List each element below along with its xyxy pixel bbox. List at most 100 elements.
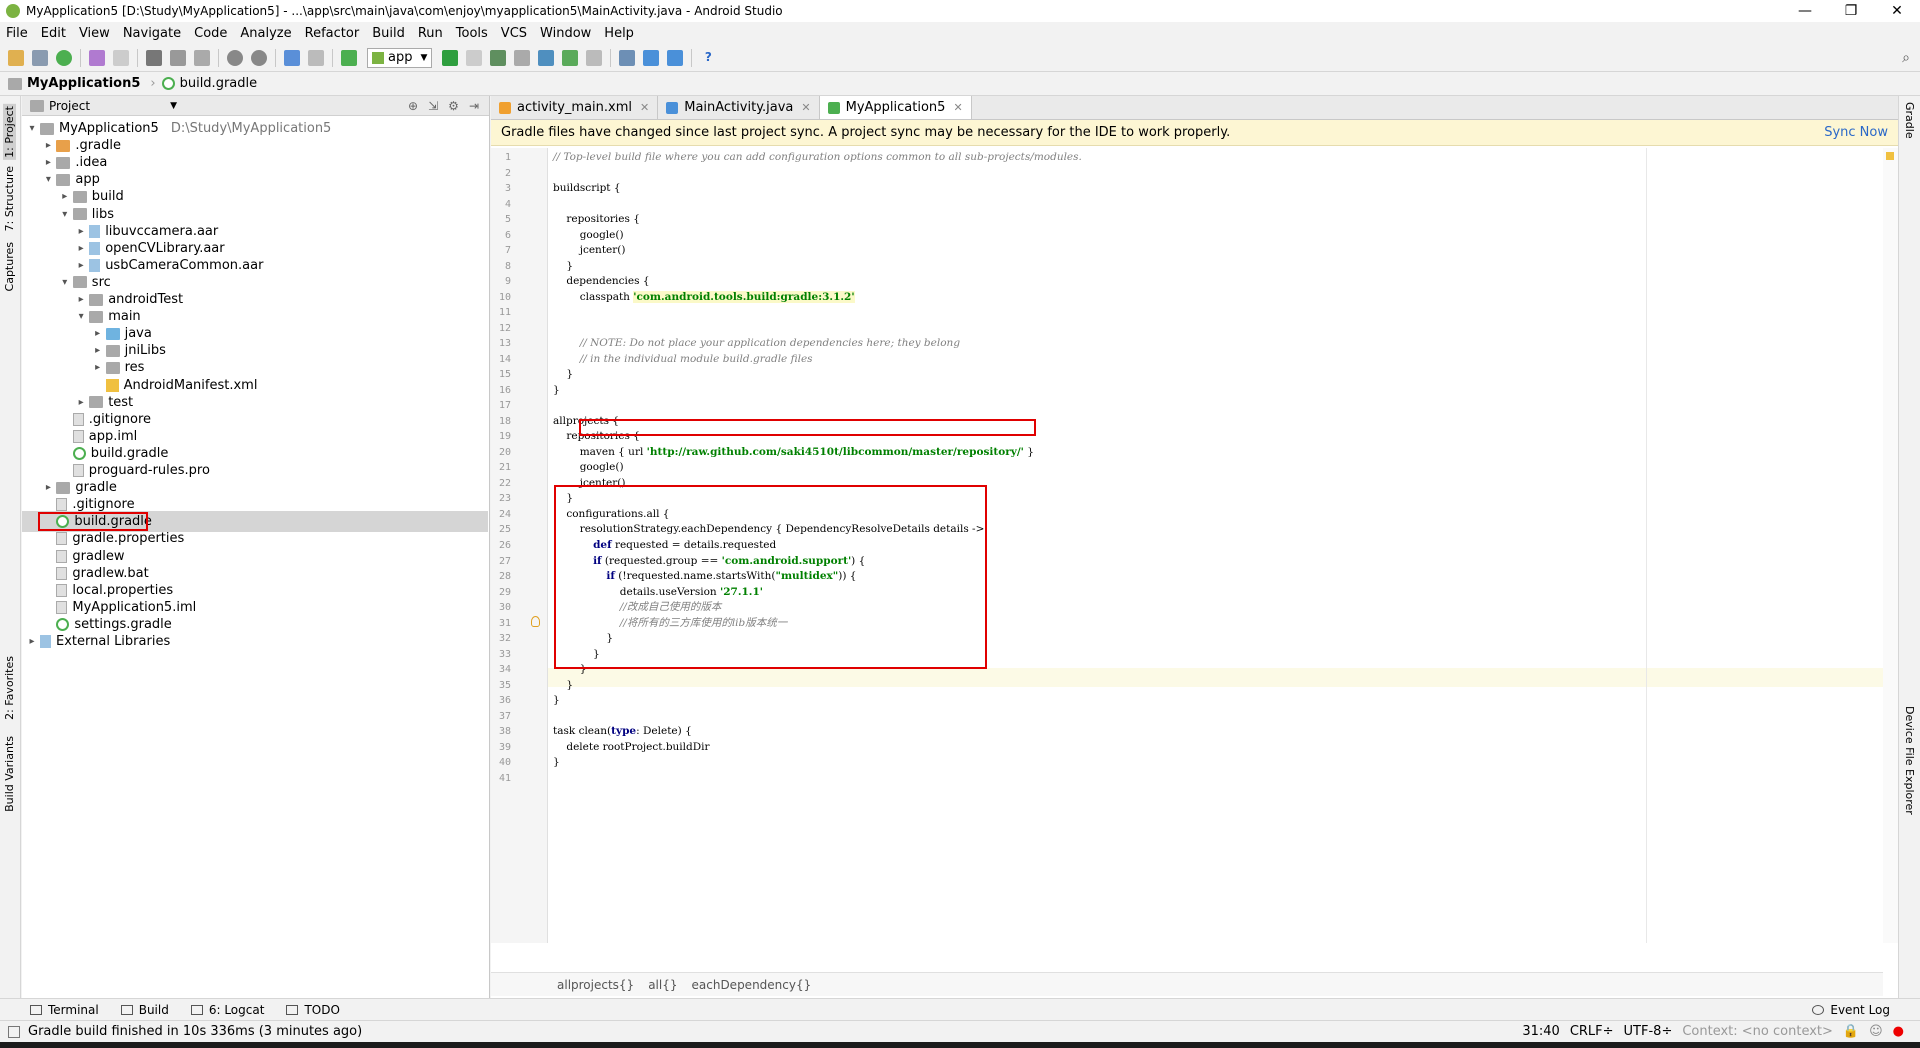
device-icon[interactable] (562, 49, 579, 66)
maximize-button[interactable]: ❐ (1828, 3, 1874, 19)
close-button[interactable]: ✕ (1874, 3, 1920, 19)
collapse-arrow-icon[interactable]: ▸ (40, 482, 56, 493)
project-tool-tab[interactable]: 1: Project (3, 104, 16, 160)
profile-icon[interactable] (514, 49, 531, 66)
menu-window[interactable]: Window (540, 26, 591, 41)
vertical-scrollbar[interactable] (1883, 148, 1898, 943)
collapse-arrow-icon[interactable]: ▸ (40, 140, 56, 151)
editor-tab[interactable]: activity_main.xml ✕ (491, 96, 659, 119)
replace-icon[interactable] (251, 49, 267, 66)
make-project-icon[interactable] (341, 49, 357, 66)
file-encoding[interactable]: UTF-8÷ (1624, 1024, 1673, 1039)
debug-icon[interactable] (490, 49, 507, 66)
search-everywhere-icon[interactable]: ⌕ (1902, 50, 1910, 66)
intention-bulb-icon[interactable] (531, 615, 540, 627)
redo-icon[interactable] (113, 49, 129, 66)
terminal-tab[interactable]: Terminal (30, 1003, 99, 1017)
favorites-tool-tab[interactable]: 2: Favorites (3, 656, 16, 720)
breadcrumb-item[interactable]: all{} (648, 978, 677, 992)
menu-analyze[interactable]: Analyze (240, 26, 291, 41)
tool-windows-icon[interactable] (8, 1025, 20, 1038)
nav-file[interactable]: build.gradle (161, 76, 257, 91)
copy-icon[interactable] (170, 49, 186, 66)
collapse-arrow-icon[interactable]: ▸ (90, 345, 106, 356)
breadcrumb-item[interactable]: eachDependency{} (692, 978, 812, 992)
menu-code[interactable]: Code (194, 26, 227, 41)
avd-manager-icon[interactable] (643, 49, 660, 66)
inspector-icon[interactable]: ☺ (1869, 1024, 1883, 1039)
expand-arrow-icon[interactable]: ▾ (24, 123, 40, 134)
collapse-arrow-icon[interactable]: ▸ (73, 260, 89, 271)
expand-arrow-icon[interactable]: ▾ (73, 311, 89, 322)
expand-arrow-icon[interactable]: ▾ (57, 209, 73, 220)
locate-icon[interactable]: ⊕ (408, 99, 418, 113)
forward-icon[interactable] (308, 49, 324, 66)
collapse-arrow-icon[interactable]: ▸ (73, 226, 89, 237)
collapse-arrow-icon[interactable]: ▸ (90, 328, 106, 339)
close-tab-icon[interactable]: ✕ (801, 101, 810, 114)
save-icon[interactable] (32, 49, 48, 66)
sync-now-link[interactable]: Sync Now (1824, 125, 1888, 140)
sync-icon[interactable] (56, 49, 72, 66)
collapse-arrow-icon[interactable]: ▸ (73, 397, 89, 408)
caret-position[interactable]: 31:40 (1522, 1024, 1559, 1039)
collapse-arrow-icon[interactable]: ▸ (73, 243, 89, 254)
menu-run[interactable]: Run (418, 26, 443, 41)
build-variants-tool-tab[interactable]: Build Variants (3, 736, 16, 812)
back-icon[interactable] (284, 49, 300, 66)
collapse-icon[interactable]: ⇲ (428, 99, 438, 113)
menu-edit[interactable]: Edit (41, 26, 66, 41)
error-indicator-icon[interactable]: ● (1893, 1024, 1904, 1039)
expand-arrow-icon[interactable]: ▾ (57, 277, 73, 288)
collapse-arrow-icon[interactable]: ▸ (90, 362, 106, 373)
open-folder-icon[interactable] (8, 49, 24, 66)
collapse-arrow-icon[interactable]: ▸ (57, 191, 73, 202)
chevron-down-icon[interactable]: ▼ (170, 101, 177, 111)
attach-debugger-icon[interactable] (538, 49, 555, 66)
close-tab-icon[interactable]: ✕ (640, 101, 649, 114)
editor-tab[interactable]: MyApplication5 ✕ (819, 96, 972, 119)
hide-icon[interactable]: ⇥ (469, 99, 479, 113)
menu-refactor[interactable]: Refactor (305, 26, 360, 41)
warning-marker-icon[interactable] (1886, 152, 1894, 160)
captures-tool-tab[interactable]: Captures (3, 242, 16, 291)
help-icon[interactable]: ? (700, 50, 716, 66)
structure-tool-tab[interactable]: 7: Structure (3, 166, 16, 231)
collapse-arrow-icon[interactable]: ▸ (24, 636, 40, 647)
editor-tab[interactable]: MainActivity.java ✕ (658, 96, 820, 119)
line-separator[interactable]: CRLF÷ (1570, 1024, 1614, 1039)
lock-icon[interactable]: 🔒 (1843, 1024, 1859, 1039)
menu-file[interactable]: File (6, 26, 28, 41)
sync-gradle-icon[interactable] (667, 49, 684, 66)
logcat-tab[interactable]: 6: Logcat (190, 1003, 264, 1017)
gradle-tool-tab[interactable]: Gradle (1903, 102, 1916, 139)
minimize-button[interactable]: — (1782, 3, 1828, 19)
undo-icon[interactable] (89, 49, 105, 66)
menu-build[interactable]: Build (372, 26, 405, 41)
todo-tab[interactable]: TODO (286, 1003, 340, 1017)
collapse-arrow-icon[interactable]: ▸ (40, 157, 56, 168)
run-config-select[interactable]: app ▼ (367, 47, 433, 68)
close-tab-icon[interactable]: ✕ (953, 101, 962, 114)
apply-changes-icon[interactable] (466, 49, 483, 66)
device-file-explorer-tab[interactable]: Device File Explorer (1903, 706, 1916, 815)
menu-help[interactable]: Help (604, 26, 634, 41)
paste-icon[interactable] (194, 49, 210, 66)
sdk-manager-icon[interactable] (619, 49, 636, 66)
tree-item[interactable]: ▸ External Libraries (24, 631, 170, 652)
menu-vcs[interactable]: VCS (501, 26, 527, 41)
menu-navigate[interactable]: Navigate (123, 26, 181, 41)
build-tab[interactable]: Build (120, 1003, 169, 1017)
event-log-tab[interactable]: Event Log (1812, 1003, 1890, 1017)
project-view-select[interactable]: Project (49, 99, 90, 113)
collapse-arrow-icon[interactable]: ▸ (73, 294, 89, 305)
gear-icon[interactable]: ⚙ (448, 99, 459, 113)
run-icon[interactable] (442, 49, 459, 66)
menu-view[interactable]: View (79, 26, 110, 41)
find-icon[interactable] (227, 49, 243, 66)
expand-arrow-icon[interactable]: ▾ (40, 174, 56, 185)
nav-project[interactable]: MyApplication5 (8, 76, 140, 91)
menu-tools[interactable]: Tools (456, 26, 488, 41)
breadcrumb-item[interactable]: allprojects{} (557, 978, 634, 992)
stop-icon[interactable] (586, 49, 603, 66)
